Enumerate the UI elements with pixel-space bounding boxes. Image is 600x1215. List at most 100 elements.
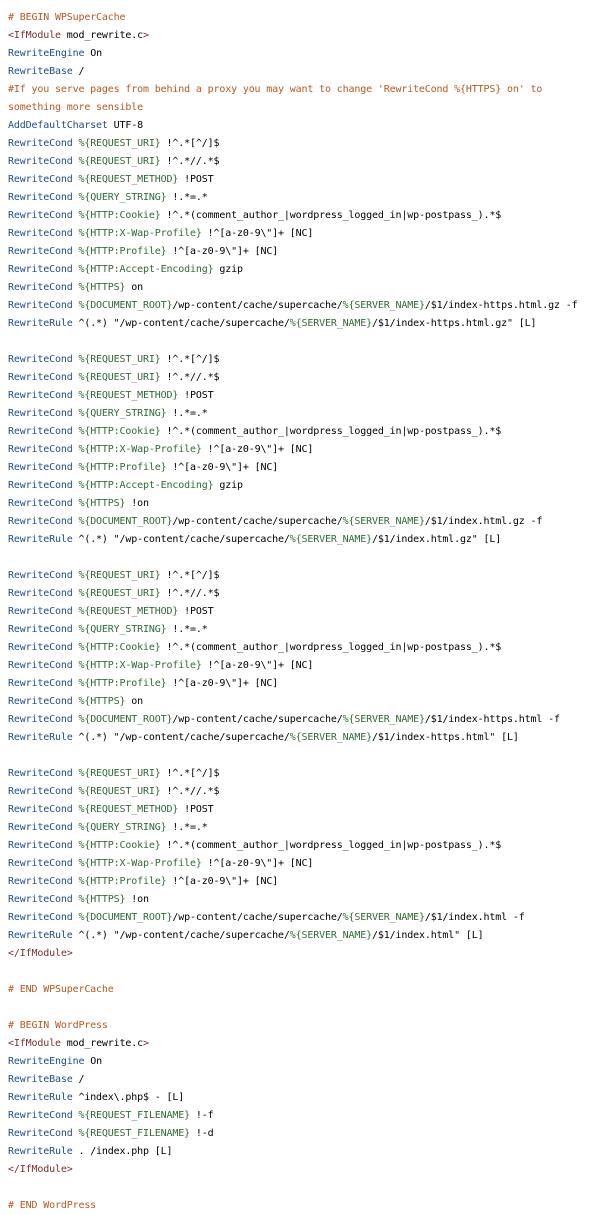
- code-token-directive: RewriteCond: [8, 624, 73, 635]
- code-token-plain: gzip: [213, 480, 243, 491]
- code-token-plain: mod_rewrite.c: [60, 1038, 144, 1049]
- code-token-directive: RewriteCond: [8, 138, 73, 149]
- code-token-plain: !^.*(comment_author_|wordpress_logged_in…: [160, 642, 502, 653]
- code-token-directive: RewriteCond: [8, 390, 73, 401]
- code-token-directive: RewriteBase: [8, 1074, 73, 1085]
- code-token-var: %{DOCUMENT_ROOT}: [72, 516, 173, 527]
- code-token-comment: # BEGIN WPSuperCache: [8, 12, 126, 23]
- code-token-plain: /wp-content/cache/supercache/: [172, 300, 343, 311]
- code-token-var: %{REQUEST_URI}: [72, 138, 161, 149]
- code-token-tag: >: [143, 1038, 149, 1049]
- code-token-var: %{REQUEST_URI}: [72, 768, 161, 779]
- code-token-directive: RewriteCond: [8, 174, 73, 185]
- code-token-plain: /: [72, 1074, 85, 1085]
- code-token-var: %{HTTPS}: [72, 498, 126, 509]
- code-token-plain: !^.*(comment_author_|wordpress_logged_in…: [160, 840, 502, 851]
- code-token-directive: RewriteCond: [8, 192, 73, 203]
- code-token-var: %{HTTP:Profile}: [72, 876, 167, 887]
- code-token-plain: !^[a-z0-9\"]+ [NC]: [201, 228, 314, 239]
- code-token-var: %{REQUEST_URI}: [72, 156, 161, 167]
- code-line: RewriteRule ^(.*) "/wp-content/cache/sup…: [8, 531, 598, 549]
- code-line: RewriteCond %{HTTPS} on: [8, 693, 598, 711]
- code-token-plain: !^[a-z0-9\"]+ [NC]: [166, 462, 279, 473]
- code-line: </IfModule>: [8, 1161, 598, 1179]
- code-line: RewriteCond %{HTTP:Cookie} !^.*(comment_…: [8, 423, 598, 441]
- code-token-directive: RewriteCond: [8, 426, 73, 437]
- code-token-plain: /$1/index-https.html" [L]: [371, 732, 519, 743]
- code-token-plain: !^.*//.*$: [160, 588, 220, 599]
- code-token-directive: RewriteCond: [8, 300, 73, 311]
- code-token-plain: /wp-content/cache/supercache/: [172, 714, 343, 725]
- code-token-var: %{REQUEST_URI}: [72, 372, 161, 383]
- code-token-directive: RewriteCond: [8, 246, 73, 257]
- code-token-plain: /wp-content/cache/supercache/: [172, 912, 343, 923]
- code-line: RewriteCond %{REQUEST_URI} !^.*[^/]$: [8, 351, 598, 369]
- code-token-var: %{HTTP:X-Wap-Profile}: [72, 228, 202, 239]
- code-token-var: %{SERVER_NAME}: [342, 516, 425, 527]
- code-token-var: %{REQUEST_METHOD}: [72, 804, 179, 815]
- code-line: RewriteCond %{REQUEST_METHOD} !POST: [8, 387, 598, 405]
- code-token-plain: /$1/index.html" [L]: [371, 930, 484, 941]
- code-token-directive: RewriteCond: [8, 228, 73, 239]
- code-line: <IfModule mod_rewrite.c>: [8, 27, 598, 45]
- code-token-plain: !^.*//.*$: [160, 786, 220, 797]
- code-line: RewriteCond %{HTTP:Profile} !^[a-z0-9\"]…: [8, 675, 598, 693]
- code-token-var: %{HTTPS}: [72, 696, 126, 707]
- code-token-directive: RewriteCond: [8, 876, 73, 887]
- code-token-var: %{HTTP:Profile}: [72, 678, 167, 689]
- code-token-directive: RewriteRule: [8, 534, 73, 545]
- code-token-plain: !POST: [178, 606, 214, 617]
- code-token-var: %{REQUEST_FILENAME}: [72, 1110, 190, 1121]
- code-token-comment: # END WordPress: [8, 1200, 97, 1211]
- code-token-directive: RewriteRule: [8, 732, 73, 743]
- code-token-plain: on: [125, 696, 144, 707]
- code-token-plain: !^.*[^/]$: [160, 768, 220, 779]
- code-token-plain: On: [84, 1056, 102, 1067]
- code-token-comment: something more sensible: [8, 102, 144, 113]
- code-line: <IfModule mod_rewrite.c>: [8, 1035, 598, 1053]
- code-line: </IfModule>: [8, 945, 598, 963]
- code-line: #If you serve pages from behind a proxy …: [8, 81, 598, 99]
- code-token-var: %{DOCUMENT_ROOT}: [72, 912, 173, 923]
- code-token-plain: /$1/index.html.gz -f: [424, 516, 543, 527]
- code-token-directive: RewriteCond: [8, 660, 73, 671]
- code-token-var: %{QUERY_STRING}: [72, 822, 167, 833]
- code-token-plain: gzip: [213, 264, 243, 275]
- code-token-plain: !on: [125, 894, 149, 905]
- code-token-directive: RewriteCond: [8, 570, 73, 581]
- code-token-plain: /$1/index.html -f: [424, 912, 525, 923]
- code-line: RewriteCond %{REQUEST_URI} !^.*//.*$: [8, 585, 598, 603]
- code-token-directive: RewriteCond: [8, 840, 73, 851]
- code-line: RewriteCond %{REQUEST_URI} !^.*[^/]$: [8, 567, 598, 585]
- code-line: RewriteCond %{REQUEST_METHOD} !POST: [8, 171, 598, 189]
- code-line: RewriteCond %{REQUEST_URI} !^.*//.*$: [8, 369, 598, 387]
- code-line: RewriteCond %{HTTPS} !on: [8, 891, 598, 909]
- code-token-plain: !POST: [178, 174, 214, 185]
- code-line: RewriteCond %{HTTP:X-Wap-Profile} !^[a-z…: [8, 657, 598, 675]
- code-token-plain: !.*=.*: [166, 624, 208, 635]
- code-token-directive: RewriteEngine: [8, 48, 85, 59]
- code-token-tag: </IfModule>: [8, 948, 73, 959]
- code-line: RewriteCond %{REQUEST_METHOD} !POST: [8, 603, 598, 621]
- code-token-var: %{HTTP:Cookie}: [72, 840, 161, 851]
- code-token-plain: UTF-8: [107, 120, 144, 131]
- code-line: RewriteEngine On: [8, 45, 598, 63]
- code-token-directive: RewriteCond: [8, 822, 73, 833]
- code-token-var: %{HTTP:Cookie}: [72, 210, 161, 221]
- code-token-plain: /wp-content/cache/supercache/: [172, 516, 343, 527]
- code-token-plain: !.*=.*: [166, 822, 208, 833]
- code-token-var: %{REQUEST_URI}: [72, 588, 161, 599]
- code-token-plain: !.*=.*: [166, 408, 208, 419]
- code-token-plain: !-d: [190, 1128, 214, 1139]
- code-token-plain: !^.*(comment_author_|wordpress_logged_in…: [160, 210, 502, 221]
- code-token-var: %{REQUEST_FILENAME}: [72, 1128, 190, 1139]
- code-token-plain: !POST: [178, 804, 214, 815]
- code-token-var: %{HTTP:X-Wap-Profile}: [72, 444, 202, 455]
- code-line: # BEGIN WordPress: [8, 1017, 598, 1035]
- code-token-plain: !^[a-z0-9\"]+ [NC]: [201, 660, 314, 671]
- code-line: RewriteCond %{HTTP:X-Wap-Profile} !^[a-z…: [8, 855, 598, 873]
- code-token-plain: /$1/index.html.gz" [L]: [371, 534, 502, 545]
- code-token-plain: !^.*//.*$: [160, 156, 220, 167]
